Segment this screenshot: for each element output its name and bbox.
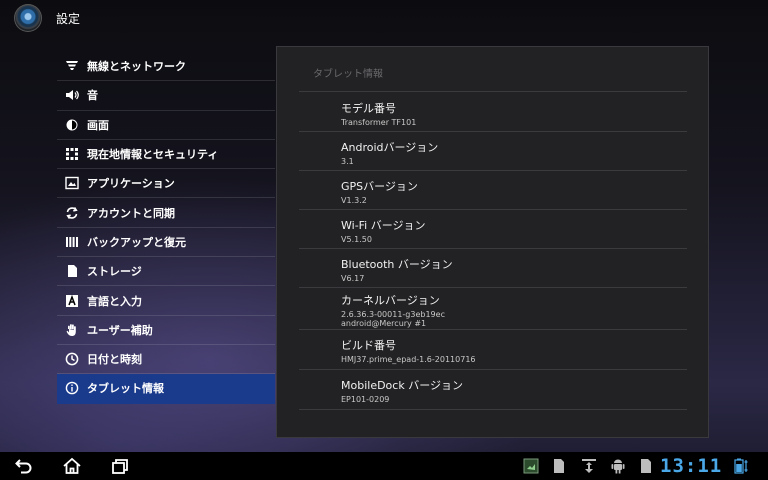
info-icon (59, 381, 85, 395)
info-value: EP101-0209 (341, 395, 390, 404)
status-clock: 13:11 (660, 455, 723, 477)
screenshot-icon (523, 458, 539, 474)
clock-icon (59, 352, 85, 366)
panel-header: タブレット情報 (313, 69, 383, 80)
sidebar-item-sound[interactable]: 音 (57, 81, 275, 111)
info-title: MobileDock バージョン (341, 379, 463, 392)
accessibility-icon (59, 323, 85, 337)
language-icon (59, 294, 85, 308)
info-title: カーネルバージョン (341, 294, 440, 307)
info-title: Bluetooth バージョン (341, 258, 453, 271)
android-debug-icon (611, 458, 625, 474)
sidebar-item-label: 日付と時刻 (87, 353, 142, 367)
info-item-mobiledock-version[interactable]: MobileDock バージョン EP101-0209 (299, 370, 687, 410)
backup-icon (59, 235, 85, 249)
sidebar-item-label: タブレット情報 (87, 382, 164, 396)
info-title: GPSバージョン (341, 180, 418, 193)
info-title: ビルド番号 (341, 339, 396, 352)
home-icon[interactable] (61, 456, 83, 476)
sidebar-item-location-security[interactable]: 現在地情報とセキュリティ (57, 140, 275, 170)
sd-card-icon (553, 458, 565, 474)
info-value: V1.3.2 (341, 196, 367, 205)
sidebar-item-accessibility[interactable]: ユーザー補助 (57, 316, 275, 345)
usb-icon (581, 458, 597, 474)
info-item-wifi-version[interactable]: Wi-Fi バージョン V5.1.50 (299, 210, 687, 249)
info-value: Transformer TF101 (341, 118, 417, 127)
info-value: V6.17 (341, 274, 365, 283)
sidebar-item-tablet-info[interactable]: タブレット情報 (57, 374, 275, 404)
speaker-icon (59, 88, 85, 102)
info-title: Wi-Fi バージョン (341, 219, 426, 232)
sidebar-item-storage[interactable]: ストレージ (57, 257, 275, 287)
info-item-build-number[interactable]: ビルド番号 HMJ37.prime_epad-1.6-20110716 (299, 330, 687, 370)
info-value: 3.1 (341, 157, 354, 166)
back-icon[interactable] (13, 456, 35, 476)
info-value: 2.6.36.3-00011-g3eb19ec (341, 310, 445, 319)
sidebar-item-label: 無線とネットワーク (87, 60, 186, 74)
sync-icon (59, 206, 85, 220)
sidebar-item-applications[interactable]: アプリケーション (57, 169, 275, 199)
sidebar-item-label: 画面 (87, 118, 109, 132)
sidebar-item-label: 言語と入力 (87, 294, 142, 308)
sidebar-item-label: ユーザー補助 (87, 323, 153, 337)
sidebar-item-label: ストレージ (87, 265, 142, 279)
sidebar-item-language-input[interactable]: 言語と入力 (57, 286, 275, 316)
info-value: HMJ37.prime_epad-1.6-20110716 (341, 355, 476, 364)
sd-card-icon (640, 458, 652, 474)
settings-sidebar: 無線とネットワーク 音 画面 現在地情報とセキュリティ アプリケーション アカウ… (57, 52, 275, 404)
sidebar-item-wireless-network[interactable]: 無線とネットワーク (57, 52, 275, 82)
brightness-icon (59, 118, 85, 132)
app-title: 設定 (56, 12, 81, 26)
info-item-bluetooth-version[interactable]: Bluetooth バージョン V6.17 (299, 249, 687, 288)
wifi-icon (59, 59, 85, 73)
sidebar-item-label: 現在地情報とセキュリティ (87, 148, 219, 162)
sidebar-item-label: アプリケーション (87, 177, 175, 191)
sidebar-item-label: バックアップと復元 (87, 235, 186, 249)
sidebar-item-label: 音 (87, 89, 98, 103)
info-item-kernel-version[interactable]: カーネルバージョン 2.6.36.3-00011-g3eb19ec androi… (299, 288, 687, 330)
sidebar-item-accounts-sync[interactable]: アカウントと同期 (57, 198, 275, 228)
tablet-info-panel: タブレット情報 モデル番号 Transformer TF101 Androidバ… (276, 46, 709, 438)
sidebar-item-date-time[interactable]: 日付と時刻 (57, 345, 275, 375)
applications-icon (59, 176, 85, 190)
storage-icon (59, 264, 85, 278)
action-bar: 設定 (0, 0, 768, 36)
info-value: android@Mercury #1 (341, 319, 427, 328)
battery-icon (733, 458, 753, 474)
info-item-model-number[interactable]: モデル番号 Transformer TF101 (299, 92, 687, 132)
sidebar-item-backup-restore[interactable]: バックアップと復元 (57, 228, 275, 258)
info-item-gps-version[interactable]: GPSバージョン V1.3.2 (299, 171, 687, 210)
info-title: Androidバージョン (341, 141, 439, 154)
system-bar: 13:11 (0, 452, 768, 480)
settings-screen: 設定 無線とネットワーク 音 画面 現在地情報とセキュリティ アプリケーション … (0, 0, 768, 480)
recent-apps-icon[interactable] (109, 456, 131, 476)
info-title: モデル番号 (341, 102, 396, 115)
info-value: V5.1.50 (341, 235, 372, 244)
info-item-android-version[interactable]: Androidバージョン 3.1 (299, 132, 687, 171)
location-security-icon (59, 147, 85, 161)
sidebar-item-label: アカウントと同期 (87, 206, 175, 220)
settings-app-icon[interactable] (14, 4, 42, 32)
sidebar-item-display[interactable]: 画面 (57, 111, 275, 140)
info-list: モデル番号 Transformer TF101 Androidバージョン 3.1… (299, 92, 687, 410)
